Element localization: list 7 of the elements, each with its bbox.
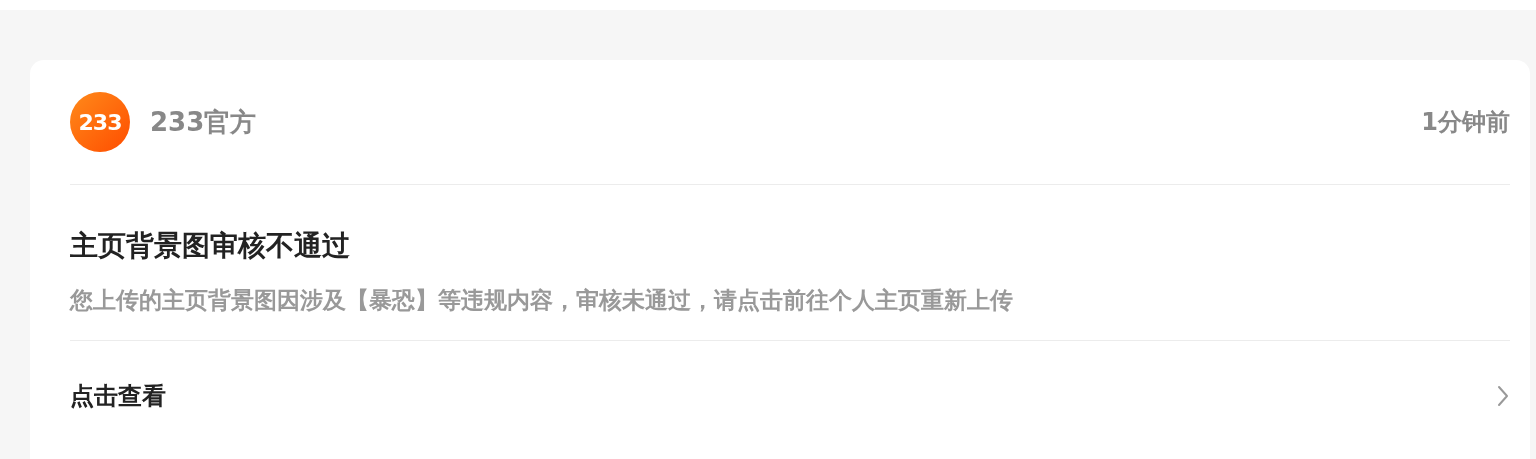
view-details-link[interactable]: 点击查看: [70, 341, 1510, 451]
avatar-logo: 233: [70, 92, 130, 152]
message-title: 主页背景图审核不通过: [70, 228, 351, 264]
chevron-right-icon: [1496, 384, 1510, 408]
message-body: 您上传的主页背景图因涉及【暴恐】等违规内容，审核未通过，请点击前往个人主页重新上传: [70, 286, 1014, 315]
timestamp: 1分钟前: [1421, 107, 1510, 138]
sender-name: 233官方: [150, 105, 257, 139]
